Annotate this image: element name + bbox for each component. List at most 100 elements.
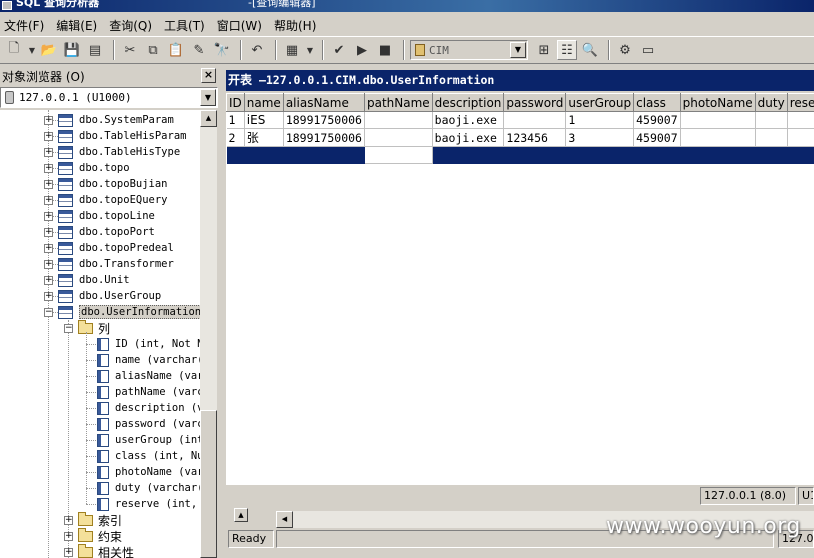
new-row-cell[interactable] — [787, 146, 814, 164]
tree-table-item[interactable]: + dbo.topoLine — [44, 208, 155, 224]
object-browser-icon[interactable]: ☷ — [557, 40, 577, 60]
table-cell[interactable]: 123456 — [503, 128, 567, 147]
new-row-cell[interactable] — [565, 146, 635, 164]
cut-icon[interactable]: ✂ — [120, 40, 140, 60]
menu-window[interactable]: 窗口(W) — [213, 17, 270, 34]
table-cell[interactable] — [755, 128, 788, 147]
column-header[interactable]: ID — [226, 93, 245, 112]
chevron-down-icon[interactable]: ▼ — [200, 89, 216, 106]
new-row-cell[interactable] — [503, 146, 567, 164]
tree-table-item[interactable]: + dbo.TableHisType — [44, 144, 180, 160]
new-dropdown-icon[interactable]: ▼ — [27, 40, 37, 60]
tree-table-item[interactable]: + dbo.topoPort — [44, 224, 155, 240]
table-cell[interactable]: baoji.exe — [432, 128, 505, 147]
save-icon[interactable]: 💾 — [62, 40, 82, 60]
table-cell[interactable]: 2 — [226, 128, 245, 147]
table-cell[interactable] — [364, 111, 433, 129]
server-select[interactable]: 127.0.0.1 (U1000) ▼ — [0, 87, 218, 108]
column-header[interactable]: description — [431, 93, 505, 112]
expand-icon[interactable]: + — [44, 291, 53, 301]
connection-properties-icon[interactable]: ⚙ — [615, 40, 635, 60]
tree-column-item[interactable]: class (int, Nu — [97, 448, 200, 464]
scroll-up-icon[interactable]: ▲ — [200, 110, 217, 127]
chevron-down-icon[interactable]: ▼ — [510, 42, 526, 58]
expand-icon[interactable]: + — [64, 515, 73, 525]
table-cell[interactable]: 18991750006 — [283, 128, 365, 147]
menu-query[interactable]: 查询(Q) — [105, 17, 160, 34]
table-cell[interactable] — [755, 111, 788, 129]
tab-nav-icon[interactable]: ▲ — [234, 508, 248, 522]
tree-folder-item[interactable]: + 约束 — [64, 527, 122, 544]
results-grid-icon[interactable]: ▦ — [282, 40, 302, 60]
table-cell[interactable] — [503, 111, 567, 129]
clear-window-icon[interactable]: ✎ — [189, 40, 209, 60]
column-header[interactable]: password — [503, 93, 567, 112]
new-row-cell[interactable] — [364, 146, 433, 164]
expand-icon[interactable]: + — [44, 163, 53, 173]
paste-icon[interactable]: 📋 — [166, 40, 186, 60]
table-cell[interactable]: 459007 — [633, 128, 681, 147]
table-row[interactable]: 2 张 18991750006 baoji.exe 123456 3 459007 — [226, 128, 814, 147]
table-cell[interactable]: 1 — [226, 111, 245, 129]
tree-column-item[interactable]: aliasName (var — [97, 368, 200, 384]
new-row-cell[interactable] — [226, 146, 245, 164]
expand-icon[interactable]: + — [44, 227, 53, 237]
tree-table-item[interactable]: + dbo.SystemParam — [44, 112, 174, 128]
collapse-icon[interactable]: − — [64, 323, 73, 333]
new-row-cell[interactable] — [680, 146, 756, 164]
find-icon[interactable]: 🔭 — [212, 40, 232, 60]
new-row-cell[interactable] — [755, 146, 788, 164]
show-plan-icon[interactable]: ⊞ — [534, 40, 554, 60]
menu-help[interactable]: 帮助(H) — [270, 17, 324, 34]
table-cell[interactable]: 1 — [565, 111, 635, 129]
stop-icon[interactable]: ■ — [375, 40, 395, 60]
tree-column-item[interactable]: userGroup (int — [97, 432, 200, 448]
object-search-icon[interactable]: 🔍 — [580, 40, 600, 60]
new-row[interactable] — [226, 146, 814, 164]
open-folder-icon[interactable]: 📂 — [39, 40, 59, 60]
show-results-pane-icon[interactable]: ▭ — [638, 40, 658, 60]
table-cell[interactable]: 459007 — [633, 111, 681, 129]
expand-icon[interactable]: + — [44, 131, 53, 141]
table-cell[interactable] — [364, 128, 433, 147]
expand-icon[interactable]: + — [64, 531, 73, 541]
expand-icon[interactable]: + — [44, 115, 53, 125]
new-query-icon[interactable]: 🗋 — [4, 40, 24, 60]
object-tree[interactable]: + dbo.SystemParam + dbo.TableHisParam + dbo.T… — [0, 110, 200, 558]
copy-icon[interactable]: ⧉ — [143, 40, 163, 60]
expand-icon[interactable]: + — [44, 275, 53, 285]
results-grid[interactable]: ID name aliasName pathName description passwo… — [226, 93, 814, 485]
expand-icon[interactable]: + — [44, 243, 53, 253]
column-header[interactable]: duty — [754, 93, 788, 112]
column-header[interactable]: name — [243, 93, 284, 112]
expand-icon[interactable]: + — [44, 211, 53, 221]
tree-scrollbar[interactable]: ▲ — [200, 110, 217, 558]
expand-icon[interactable]: + — [44, 147, 53, 157]
new-row-cell[interactable] — [283, 146, 365, 164]
tree-table-item[interactable]: + dbo.topoBujian — [44, 176, 168, 192]
table-cell[interactable] — [787, 128, 814, 147]
tree-column-item[interactable]: reserve (int, — [97, 496, 197, 512]
undo-icon[interactable]: ↶ — [247, 40, 267, 60]
table-cell[interactable]: 18991750006 — [283, 111, 365, 129]
tree-folder-columns[interactable]: − 列 — [64, 319, 110, 336]
table-cell[interactable]: 3 — [565, 128, 635, 147]
insert-template-icon[interactable]: ▤ — [85, 40, 105, 60]
scroll-left-icon[interactable]: ◀ — [276, 511, 293, 528]
tree-table-item[interactable]: + dbo.topoEQuery — [44, 192, 168, 208]
expand-icon[interactable]: + — [64, 547, 73, 557]
column-header[interactable]: class — [633, 93, 681, 112]
table-cell[interactable] — [787, 111, 814, 129]
new-row-cell[interactable] — [633, 146, 681, 164]
column-header[interactable]: photoName — [679, 93, 756, 112]
collapse-icon[interactable]: − — [44, 307, 53, 317]
new-row-cell[interactable] — [244, 146, 284, 164]
tree-column-item[interactable]: pathName (varc — [97, 384, 200, 400]
tree-table-item[interactable]: − dbo.UserInformation — [44, 304, 200, 320]
tree-column-item[interactable]: duty (varchar( — [97, 480, 200, 496]
column-header[interactable]: aliasName — [282, 93, 365, 112]
column-header[interactable]: reserve — [786, 93, 814, 112]
table-row[interactable]: 1 iES 18991750006 baoji.exe 1 459007 — [226, 111, 814, 129]
column-header[interactable]: pathName — [363, 93, 433, 112]
tree-table-item[interactable]: + dbo.Transformer — [44, 256, 174, 272]
